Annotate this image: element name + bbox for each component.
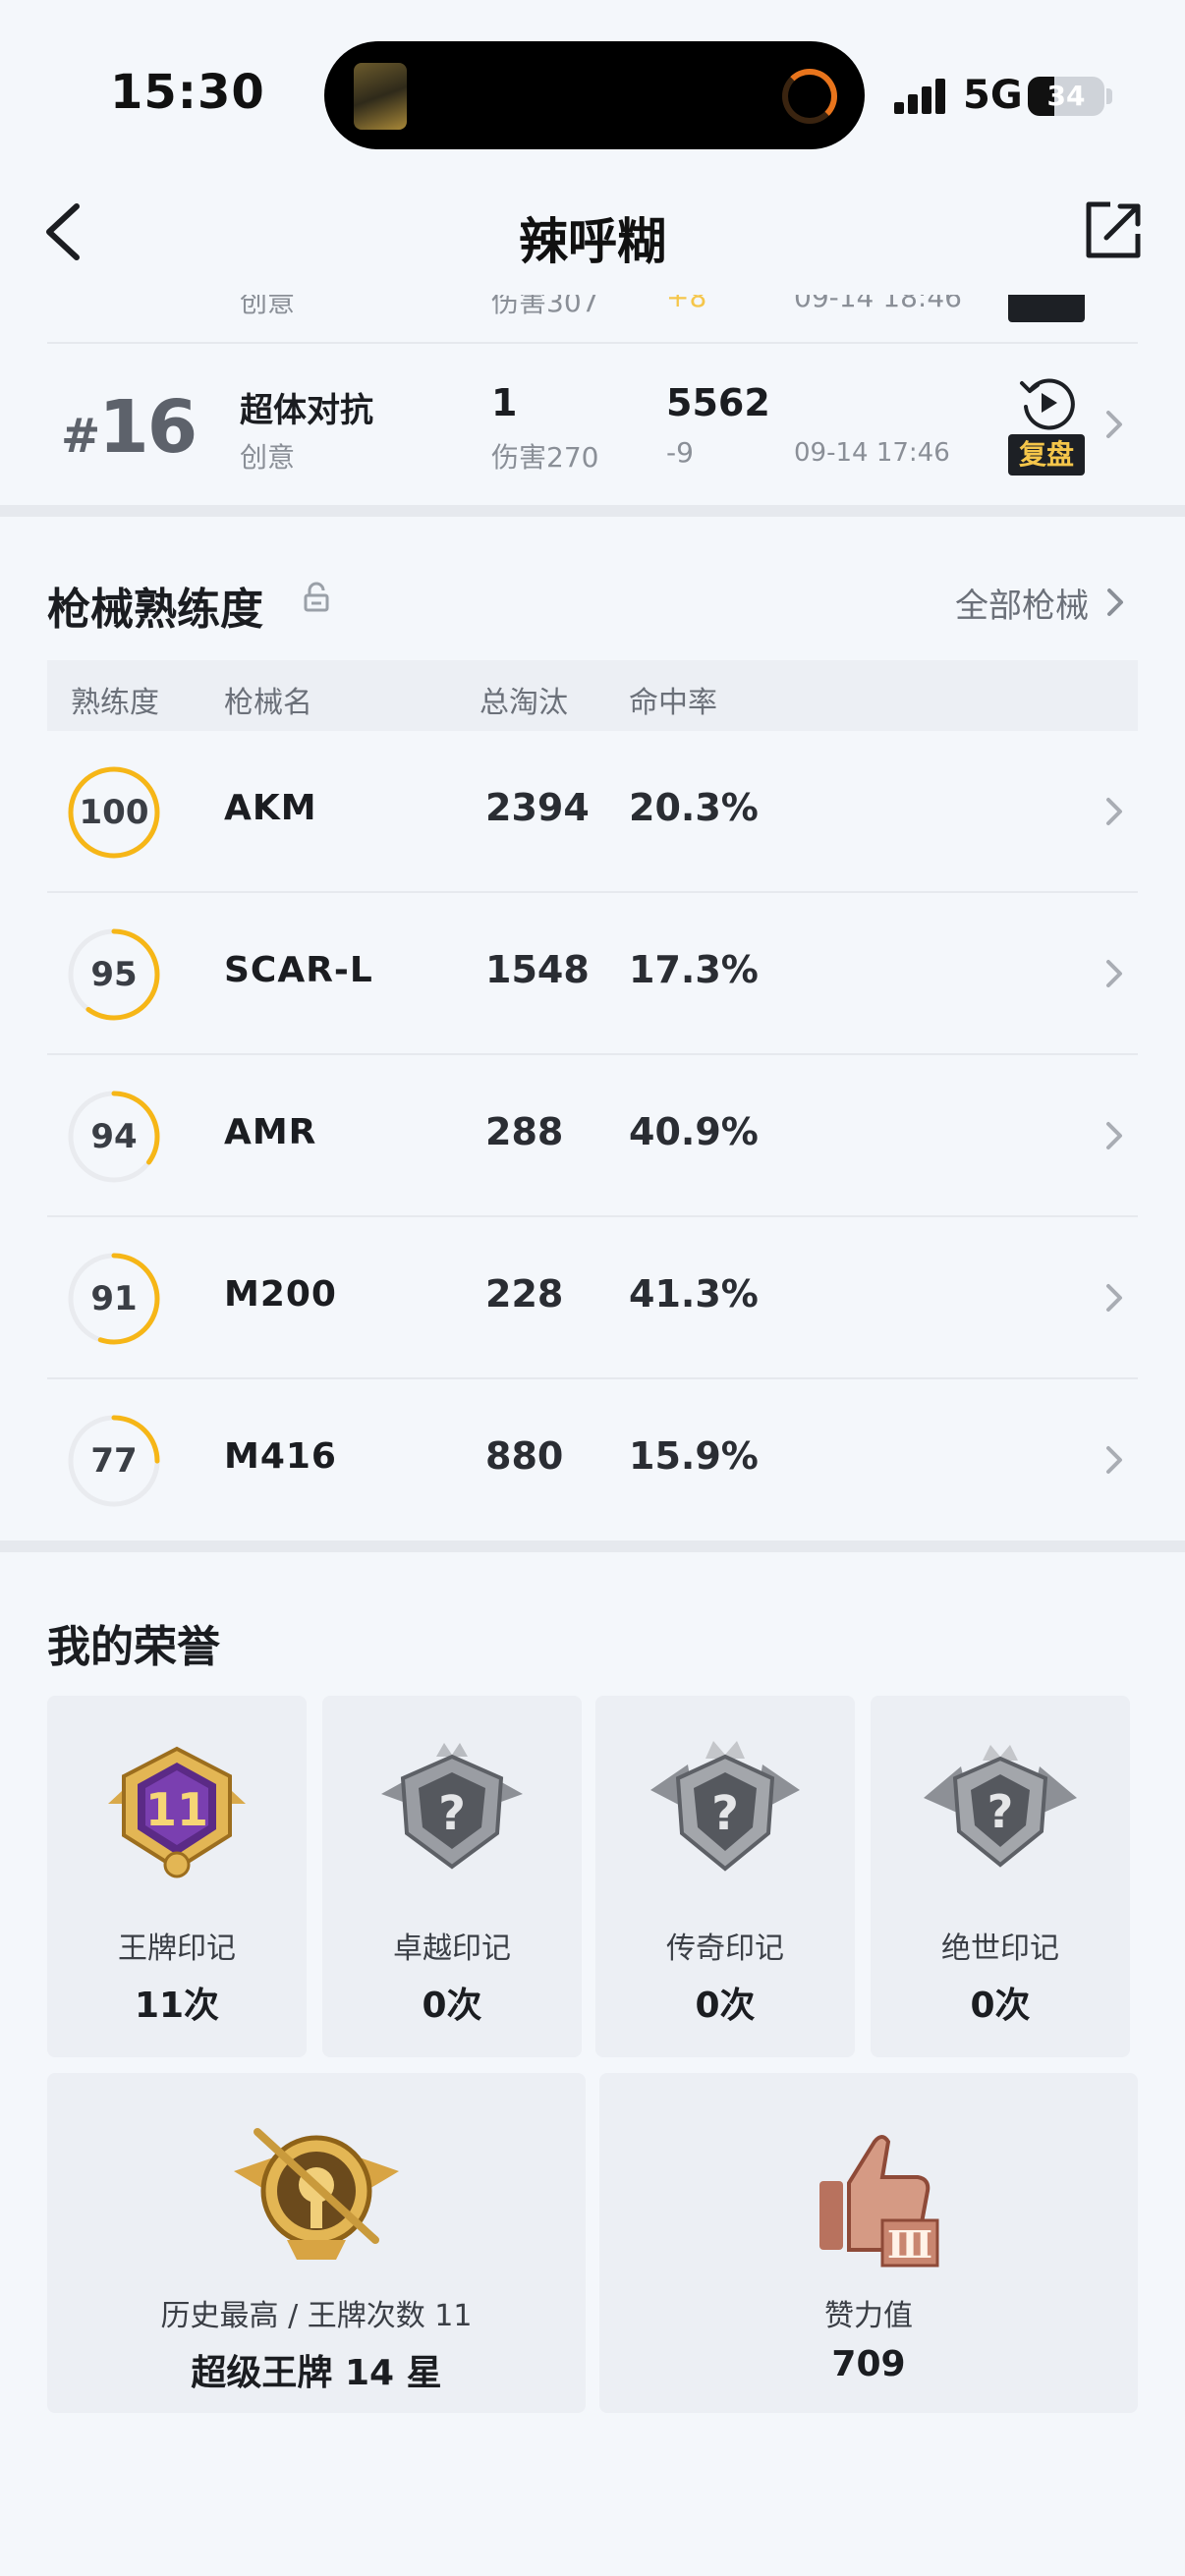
header-total-kills: 总淘汰 [480, 686, 568, 720]
likes-tier: Ⅲ [887, 2222, 932, 2267]
weapon-proficiency: 77 [90, 1441, 138, 1481]
match-mode-sub: 创意 [240, 441, 296, 474]
match-delta: -9 [666, 436, 694, 469]
ace-emblem-icon: 11 [108, 1746, 246, 1878]
weapon-row[interactable]: 94 AMR 288 40.9% [47, 1055, 1138, 1217]
honors-section-title: 我的荣誉 [47, 1622, 220, 1672]
weapons-section-title: 枪械熟练度 [47, 585, 263, 635]
weapon-row[interactable]: 100 AKM 2394 20.3% [47, 731, 1138, 893]
best-rank-value: 超级王牌 14 星 [191, 2353, 442, 2393]
chevron-right-icon [1106, 1284, 1122, 1312]
match-rank: #16 [61, 385, 198, 470]
honor-label: 传奇印记 [666, 1932, 784, 1966]
svg-text:?: ? [988, 1785, 1014, 1838]
match-damage: 伤害270 [491, 441, 599, 474]
weapon-name: M200 [224, 1274, 337, 1315]
weapons-table-header: 熟练度 枪械名 总淘汰 命中率 [47, 660, 1138, 731]
weapon-kills: 228 [485, 1272, 564, 1316]
weapon-kills: 2394 [485, 786, 590, 829]
match-row[interactable]: #16 超体对抗 创意 1 伤害270 5562 -9 09-14 17:46 … [0, 344, 1185, 503]
thumbs-up-icon: Ⅲ [819, 2135, 939, 2268]
honor-card-ace[interactable]: 11 王牌印记 11次 [47, 1696, 307, 2057]
weapon-accuracy: 15.9% [629, 1434, 759, 1478]
honor-label: 王牌印记 [118, 1932, 236, 1966]
weapon-proficiency: 91 [90, 1279, 138, 1318]
weapon-name: M416 [224, 1436, 337, 1477]
weapon-name: AMR [224, 1112, 317, 1152]
weapon-kills: 1548 [485, 948, 590, 991]
nav-bar: 辣呼糊 [0, 167, 1185, 295]
rank-hash: # [61, 409, 100, 464]
weapon-accuracy: 41.3% [629, 1272, 759, 1316]
weapon-accuracy: 17.3% [629, 948, 759, 991]
locked-emblem-icon: ? [924, 1745, 1077, 1868]
chevron-right-icon [1106, 960, 1122, 987]
dynamic-island [324, 41, 865, 149]
match-score: 5562 [666, 381, 770, 424]
cellular-signal-icon [894, 79, 949, 114]
section-separator [0, 505, 1185, 517]
honor-card-excellent[interactable]: ? 卓越印记 0次 [322, 1696, 582, 2057]
weapon-row[interactable]: 91 M200 228 41.3% [47, 1217, 1138, 1379]
likes-label: 赞力值 [824, 2299, 913, 2333]
weapon-accuracy: 40.9% [629, 1110, 759, 1153]
match-kills: 1 [491, 381, 518, 424]
section-separator [0, 1540, 1185, 1552]
likes-card[interactable]: Ⅲ 赞力值 709 [599, 2073, 1138, 2413]
svg-text:?: ? [438, 1786, 466, 1841]
honor-card-legend[interactable]: ? 传奇印记 0次 [595, 1696, 855, 2057]
header-accuracy: 命中率 [629, 686, 717, 720]
weapon-name: SCAR-L [224, 950, 373, 990]
chevron-right-icon [1106, 1122, 1122, 1149]
replay-icon[interactable] [1018, 373, 1077, 432]
weapon-accuracy: 20.3% [629, 786, 759, 829]
battery-tip [1106, 88, 1112, 104]
status-time: 15:30 [110, 65, 265, 120]
best-rank-label: 历史最高 / 王牌次数 11 [160, 2299, 473, 2333]
battery-level-text: 34 [1046, 80, 1086, 112]
network-type: 5G [963, 73, 1023, 118]
page-title: 辣呼糊 [519, 213, 666, 270]
weapon-kills: 880 [485, 1434, 564, 1478]
svg-text:?: ? [711, 1786, 739, 1841]
weapon-proficiency: 100 [79, 793, 149, 832]
now-playing-thumbnail [354, 63, 407, 130]
weapon-kills: 288 [485, 1110, 564, 1153]
chevron-right-icon [1106, 411, 1122, 438]
ace-emblem-number: 11 [145, 1783, 208, 1836]
honor-count: 0次 [695, 1986, 756, 2026]
lock-icon[interactable] [303, 582, 330, 613]
match-date: 09-14 17:46 [794, 438, 950, 468]
weapon-name: AKM [224, 788, 317, 828]
replay-button[interactable]: 复盘 [1008, 434, 1085, 476]
match-mode-name: 超体对抗 [240, 391, 373, 430]
chevron-right-icon [1106, 798, 1122, 825]
best-rank-card[interactable]: 历史最高 / 王牌次数 11 超级王牌 14 星 [47, 2073, 586, 2413]
battery-icon: 34 [1028, 77, 1104, 116]
locked-emblem-icon: ? [381, 1743, 523, 1870]
weapon-row[interactable]: 95 SCAR-L 1548 17.3% [47, 893, 1138, 1055]
chevron-right-icon [1106, 1446, 1122, 1474]
gold-rank-icon [234, 2128, 399, 2260]
weapon-proficiency: 95 [90, 955, 138, 994]
chevron-right-icon [1107, 588, 1123, 616]
honor-count: 0次 [422, 1986, 482, 2026]
honor-count: 0次 [970, 1986, 1031, 2026]
status-bar: 15:30 5G 34 [0, 0, 1185, 167]
honor-card-peerless[interactable]: ? 绝世印记 0次 [871, 1696, 1130, 2057]
weapon-proficiency: 94 [90, 1117, 138, 1156]
activity-ring-icon [782, 69, 837, 124]
honor-label: 卓越印记 [393, 1932, 511, 1966]
header-proficiency: 熟练度 [71, 686, 159, 720]
all-weapons-link[interactable]: 全部枪械 [955, 580, 1128, 626]
weapon-row[interactable]: 77 M416 880 15.9% [47, 1379, 1138, 1541]
honor-count: 11次 [134, 1986, 220, 2026]
rank-number: 16 [98, 385, 198, 470]
likes-value: 709 [831, 2344, 906, 2384]
all-weapons-label: 全部枪械 [955, 586, 1089, 626]
honor-label: 绝世印记 [941, 1932, 1059, 1966]
locked-emblem-icon: ? [650, 1741, 800, 1872]
share-icon[interactable] [1081, 198, 1146, 263]
header-weapon-name: 枪械名 [224, 686, 312, 720]
